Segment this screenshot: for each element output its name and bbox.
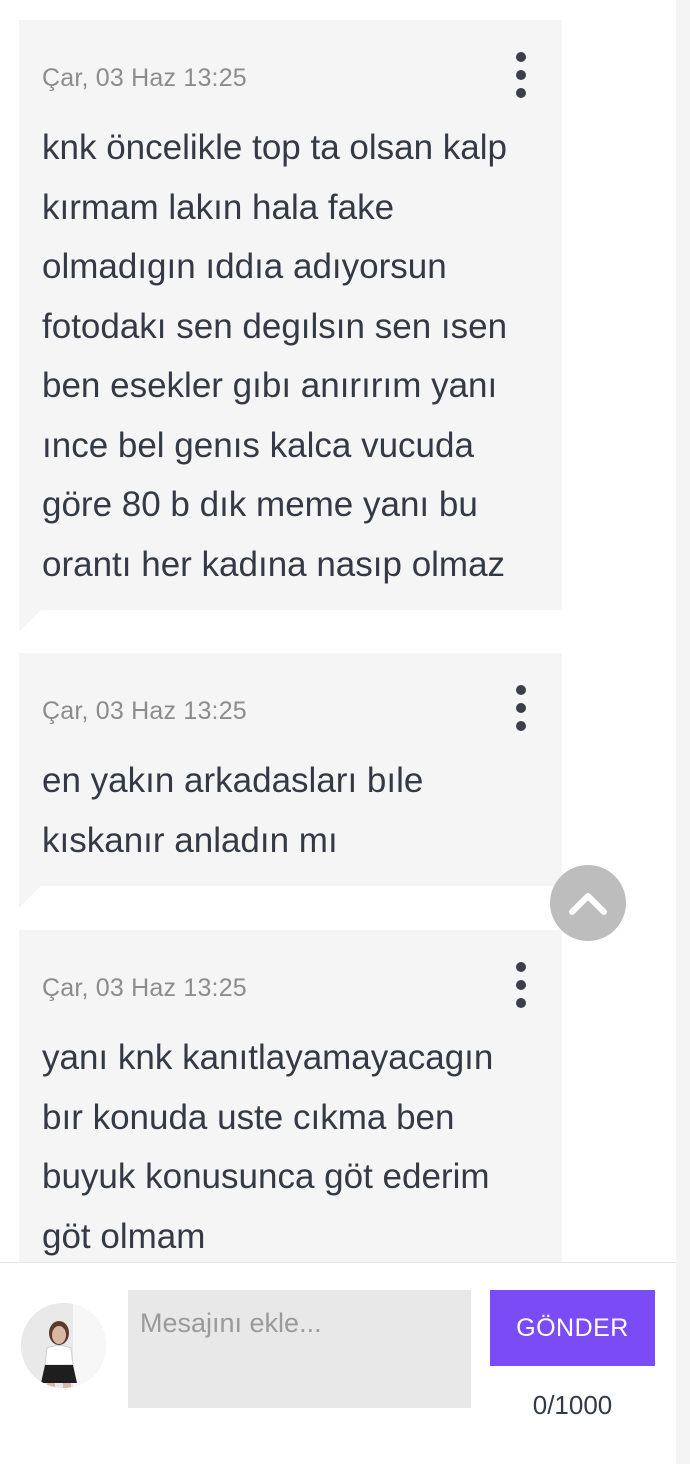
- message-text: knk öncelikle top ta olsan kalp kırmam l…: [42, 128, 508, 584]
- message-timestamp: Çar, 03 Haz 13:25: [42, 974, 247, 1002]
- message-timestamp: Çar, 03 Haz 13:25: [42, 64, 247, 92]
- message-timestamp: Çar, 03 Haz 13:25: [42, 697, 247, 725]
- scrollbar-track[interactable]: [676, 0, 690, 1464]
- message-bubble: Çar, 03 Haz 13:25 yanı knk kanıtlayamaya…: [19, 930, 562, 1270]
- send-button[interactable]: GÖNDER: [490, 1290, 655, 1366]
- user-avatar[interactable]: [21, 1303, 106, 1388]
- bubble-tail: [19, 610, 41, 632]
- message-input[interactable]: [128, 1290, 471, 1408]
- vertical-dots-icon: [516, 685, 526, 695]
- message-bubble: Çar, 03 Haz 13:25 en yakın arkadasları b…: [19, 653, 562, 908]
- avatar-image: [21, 1303, 106, 1388]
- message-text: en yakın arkadasları bıle kıskanır anlad…: [42, 761, 424, 860]
- message-bubble: Çar, 03 Haz 13:25 knk öncelikle top ta o…: [19, 20, 562, 632]
- vertical-dots-icon: [516, 52, 526, 62]
- message-options-button[interactable]: [510, 52, 532, 98]
- bubble-tail: [19, 886, 41, 908]
- vertical-dots-icon: [516, 962, 526, 972]
- message-options-button[interactable]: [510, 685, 532, 731]
- message-options-button[interactable]: [510, 962, 532, 1008]
- message-text: yanı knk kanıtlayamayacagın bır konuda u…: [42, 1038, 494, 1256]
- message-composer: GÖNDER 0/1000: [0, 1262, 676, 1464]
- scroll-to-top-button[interactable]: [550, 865, 626, 941]
- chevron-up-icon: [569, 893, 607, 915]
- chat-screen: Çar, 03 Haz 13:25 knk öncelikle top ta o…: [0, 0, 690, 1464]
- character-counter: 0/1000: [532, 1390, 613, 1420]
